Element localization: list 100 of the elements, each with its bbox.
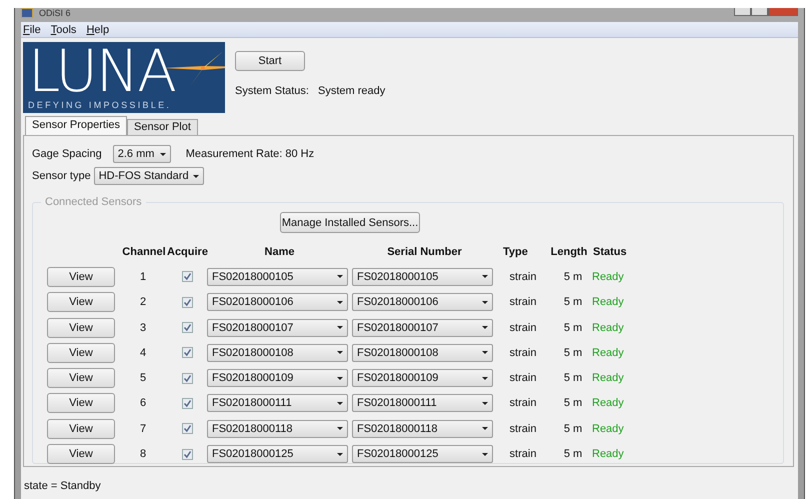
table-cell-text: 3: [138, 322, 146, 334]
menu-item[interactable]: Help: [86, 24, 110, 36]
table-cell-text: 8: [138, 448, 146, 460]
menu-item[interactable]: File: [23, 24, 41, 36]
gage-spacing-dropdown[interactable]: 2.6 mm: [112, 145, 171, 163]
table-cell-text: 1: [138, 270, 146, 283]
checkbox[interactable]: [182, 398, 192, 409]
table-cell-text: strain: [508, 322, 536, 334]
table-cell-text: strain: [508, 346, 536, 359]
table-cell-text: strain: [508, 397, 536, 410]
checkbox[interactable]: [182, 296, 192, 308]
caret-icon: [482, 351, 488, 354]
serial-dropdown[interactable]: FS02018000109: [352, 369, 493, 388]
status-text: Ready: [591, 296, 625, 308]
menu-item[interactable]: Tools: [50, 24, 76, 36]
table-cell-text: strain: [508, 296, 536, 308]
view-button[interactable]: View: [47, 368, 115, 388]
serial-dropdown[interactable]: FS02018000107: [352, 318, 493, 337]
caret-icon: [482, 326, 488, 330]
view-button[interactable]: View: [47, 418, 115, 439]
table-cell-text: 6: [138, 397, 146, 410]
manage-sensors-button[interactable]: Manage Installed Sensors...: [280, 212, 420, 233]
name-dropdown[interactable]: FS02018000118: [207, 420, 348, 438]
checkbox[interactable]: [182, 271, 192, 282]
table-cell-text: 5 m: [562, 346, 582, 359]
tab[interactable]: Sensor Properties: [25, 116, 128, 135]
caret-icon: [482, 376, 488, 380]
caret-icon: [192, 174, 199, 178]
table-cell-text: 5 m: [562, 322, 582, 334]
serial-dropdown[interactable]: FS02018000106: [352, 293, 493, 312]
name-dropdown[interactable]: FS02018000106: [207, 293, 348, 312]
column-header: Name: [264, 246, 296, 258]
caret-icon: [337, 300, 343, 304]
status-label: System Status:: [235, 85, 309, 97]
logo: LUNA DEFYING IMPOSSIBLE.: [23, 42, 225, 113]
column-header: Acquire: [167, 246, 207, 258]
name-dropdown[interactable]: FS02018000108: [207, 344, 348, 362]
caret-icon: [337, 376, 343, 380]
column-header: Length: [550, 246, 588, 258]
view-button[interactable]: View: [47, 393, 115, 414]
table-cell-text: strain: [508, 422, 536, 435]
window-title: ODiSI 6: [39, 8, 71, 18]
table-cell-text: 5 m: [562, 422, 582, 435]
status-text: Ready: [591, 270, 625, 283]
serial-dropdown[interactable]: FS02018000108: [352, 344, 493, 362]
serial-dropdown[interactable]: FS02018000105: [352, 268, 493, 286]
start-button[interactable]: Start: [235, 51, 305, 71]
field-label: Gage Spacing: [32, 148, 102, 160]
status-value: System ready: [318, 85, 386, 97]
column-header: Status: [592, 246, 628, 258]
sensor-type-dropdown[interactable]: HD-FOS Standard: [94, 167, 204, 185]
caret-icon: [337, 427, 343, 430]
caret-icon: [482, 300, 488, 304]
name-dropdown[interactable]: FS02018000105: [207, 268, 348, 286]
table-cell-text: 5 m: [562, 372, 582, 384]
table-cell-text: 4: [138, 346, 146, 359]
checkbox[interactable]: [182, 347, 192, 358]
checkbox[interactable]: [182, 423, 192, 434]
name-dropdown[interactable]: FS02018000125: [207, 445, 348, 464]
status-text: Ready: [591, 322, 625, 334]
checkbox[interactable]: [182, 322, 192, 334]
caret-icon: [337, 351, 343, 354]
table-cell-text: 2: [138, 296, 146, 308]
checkbox[interactable]: [182, 448, 192, 460]
table-cell-text: strain: [508, 372, 536, 384]
app-icon: [21, 8, 33, 18]
table-cell-text: strain: [508, 448, 536, 460]
checkbox[interactable]: [182, 372, 192, 384]
view-button[interactable]: View: [47, 444, 115, 464]
caret-icon: [482, 402, 488, 405]
serial-dropdown[interactable]: FS02018000125: [352, 445, 493, 464]
name-dropdown[interactable]: FS02018000109: [207, 369, 348, 388]
view-button[interactable]: View: [47, 266, 115, 287]
column-header: Serial Number: [386, 246, 463, 258]
table-cell-text: 5 m: [562, 397, 582, 410]
name-dropdown[interactable]: FS02018000111: [207, 394, 348, 412]
column-header: Type: [502, 246, 529, 258]
table-cell-text: 5 m: [562, 296, 582, 308]
group-title: Connected Sensors: [41, 196, 146, 208]
table-cell-text: strain: [508, 270, 536, 283]
table-cell-text: 5 m: [562, 270, 582, 283]
minimize-button[interactable]: [734, 8, 751, 16]
table-cell-text: 7: [138, 422, 146, 435]
view-button[interactable]: View: [47, 318, 115, 338]
caret-icon: [482, 427, 488, 430]
serial-dropdown[interactable]: FS02018000118: [352, 420, 493, 438]
measurement-rate: Measurement Rate: 80 Hz: [186, 148, 314, 160]
serial-dropdown[interactable]: FS02018000111: [352, 394, 493, 412]
table-cell-text: 5 m: [562, 448, 582, 460]
status-bar-text: state = Standby: [23, 479, 102, 492]
table-cell-text: 5: [138, 372, 146, 384]
caret-icon: [337, 452, 343, 456]
view-button[interactable]: View: [47, 292, 115, 312]
name-dropdown[interactable]: FS02018000107: [207, 318, 348, 337]
tab[interactable]: Sensor Plot: [127, 119, 198, 135]
status-text: Ready: [591, 448, 625, 460]
status-text: Ready: [591, 397, 625, 410]
caret-icon: [482, 452, 488, 456]
view-button[interactable]: View: [47, 342, 115, 363]
maximize-button[interactable]: [751, 8, 768, 16]
